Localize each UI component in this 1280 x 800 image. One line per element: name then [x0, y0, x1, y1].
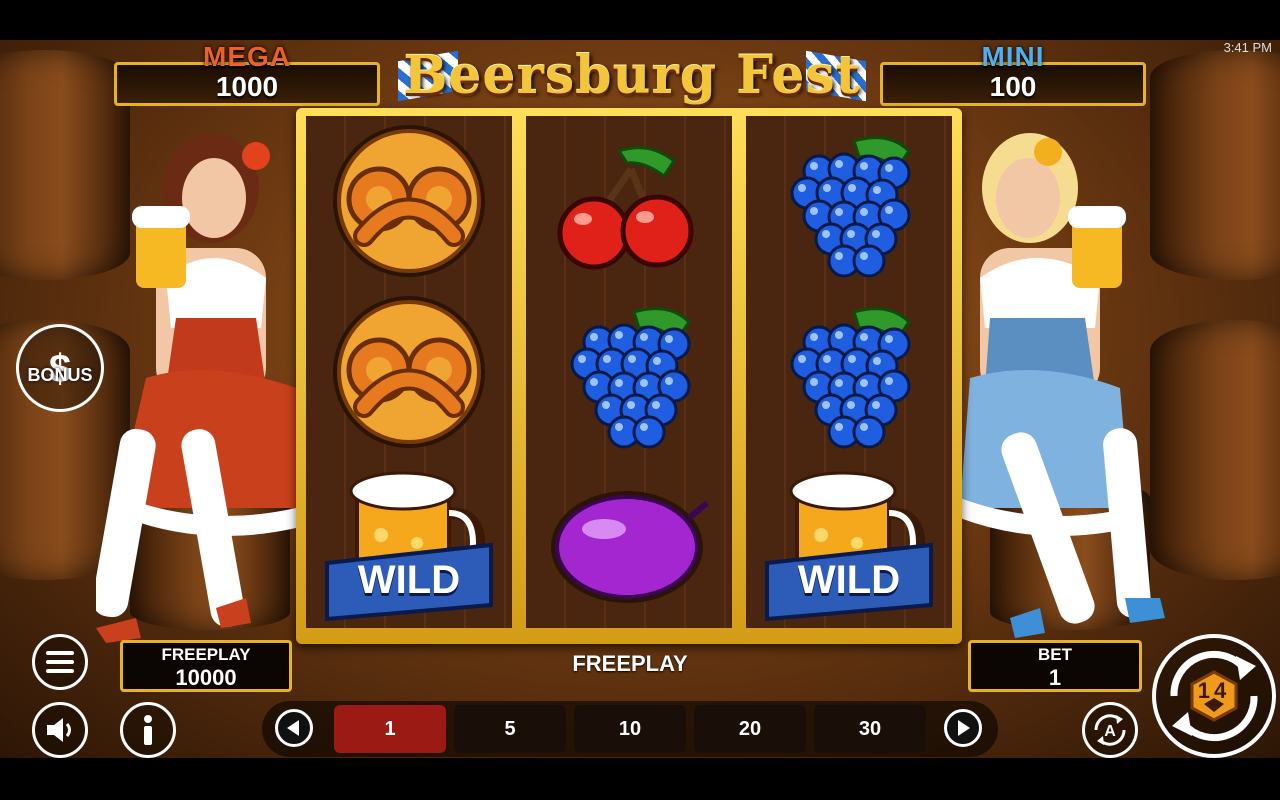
pretzel-symbol-icon [333, 296, 485, 448]
bet-option[interactable]: 20 [694, 705, 806, 753]
bet-option[interactable]: 5 [454, 705, 566, 753]
hamburger-menu-icon [46, 651, 74, 673]
bet-value: 1 [1048, 665, 1062, 690]
mini-jackpot-value: 100 [989, 71, 1037, 102]
autoplay-icon: A [1094, 714, 1126, 746]
grapes-symbol-icon [570, 307, 691, 449]
reel-symbol-grapes [746, 116, 952, 286]
spin-button[interactable]: 14 [1152, 634, 1276, 758]
bonus-button[interactable]: $ BONUS [16, 324, 104, 412]
pretzel-symbol-icon [333, 125, 485, 277]
bet-previous-button[interactable] [275, 709, 313, 747]
reel-symbol-pretzel [306, 116, 512, 286]
right-character-illustration [960, 133, 1165, 638]
game-stage: 3:41 PM MEGA 1000 MINI 100 Beersburg Fes… [0, 40, 1280, 758]
balance-panel: FREEPLAY 10000 [120, 640, 292, 692]
grapes-symbol-icon [790, 307, 911, 449]
bet-option[interactable]: 30 [814, 705, 926, 753]
game-title: Beersburg Fest [403, 45, 861, 106]
reels-frame: WILD WILD [296, 108, 962, 644]
mega-jackpot-panel: MEGA 1000 [114, 41, 380, 106]
speaker-icon [47, 718, 71, 742]
mega-jackpot-value: 1000 [215, 71, 279, 102]
info-icon [144, 715, 152, 745]
wild-label: WILD [797, 558, 901, 602]
reel-symbol-grapes [526, 287, 732, 457]
reel-symbol-wild: WILD [746, 458, 952, 628]
autoplay-button[interactable]: A [1082, 702, 1138, 758]
balance-label: FREEPLAY [161, 645, 251, 664]
mini-jackpot-label: MINI [981, 41, 1045, 72]
bonus-label: BONUS [27, 364, 93, 385]
chevron-right-icon [958, 720, 970, 736]
reel-symbol-grapes [746, 287, 952, 457]
bet-option[interactable]: 1 [334, 705, 446, 753]
left-character-illustration [96, 133, 306, 643]
game-logo: Beersburg Fest [398, 40, 866, 114]
sound-button[interactable] [32, 702, 88, 758]
balance-value: 10000 [175, 665, 237, 690]
mini-jackpot-panel: MINI 100 [880, 41, 1146, 106]
wild-label: WILD [357, 558, 461, 602]
mega-jackpot-label: MEGA [203, 41, 291, 72]
reel-2 [526, 116, 732, 628]
reel-symbol-wild: WILD [306, 458, 512, 628]
reel-symbol-cherries [526, 116, 732, 286]
reel-symbol-plum [526, 458, 732, 628]
feature-label: FREEPLAY [572, 651, 688, 676]
info-button[interactable] [120, 702, 176, 758]
grapes-symbol-icon [790, 136, 911, 278]
bet-next-button[interactable] [944, 709, 982, 747]
spin-count-label: 14 [1197, 678, 1231, 703]
status-clock: 3:41 PM [1223, 40, 1272, 55]
reel-1: WILD [306, 116, 512, 628]
menu-button[interactable] [32, 634, 88, 690]
svg-text:A: A [1104, 723, 1116, 740]
chevron-left-icon [287, 720, 299, 736]
plum-symbol-icon [551, 491, 709, 603]
reel-3: WILD [746, 116, 952, 628]
bet-panel: BET 1 [968, 640, 1142, 692]
reel-symbol-pretzel [306, 287, 512, 457]
bet-option[interactable]: 10 [574, 705, 686, 753]
bet-label: BET [1038, 645, 1072, 664]
cherries-symbol-icon [557, 146, 694, 270]
